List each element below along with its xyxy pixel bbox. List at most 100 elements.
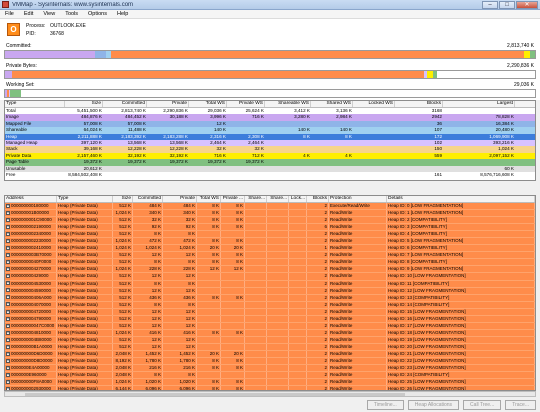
- maximize-button[interactable]: □: [499, 0, 515, 9]
- table-row[interactable]: +0000000004720000 Heap (Private Data) 512 …: [5, 308, 535, 316]
- menu-tools[interactable]: Tools: [60, 11, 83, 17]
- col-blocks[interactable]: Blocks: [395, 101, 443, 107]
- table-row[interactable]: +0000000E4A00000 Heap (Private Data) 2,048…: [5, 365, 535, 373]
- col-shared-ws[interactable]: Shared WS: [311, 101, 353, 107]
- expand-icon[interactable]: +: [6, 217, 10, 222]
- table-row[interactable]: +0000000004270000 Heap (Private Data) 1,02…: [5, 266, 535, 274]
- expand-icon[interactable]: +: [6, 351, 10, 356]
- expand-icon[interactable]: +: [6, 330, 10, 335]
- heap-allocations-button[interactable]: Heap Allocations: [407, 400, 460, 410]
- table-row[interactable]: +0000000002230000 Heap (Private Data) 1,02…: [5, 238, 535, 246]
- expand-icon[interactable]: +: [6, 337, 10, 342]
- col-size[interactable]: Size: [65, 101, 103, 107]
- col-detail-shared-ws[interactable]: Share...: [267, 196, 289, 202]
- expand-icon[interactable]: +: [6, 372, 10, 377]
- expand-icon[interactable]: +: [6, 267, 10, 272]
- col-detail-shareable-ws[interactable]: Share...: [245, 196, 267, 202]
- table-row[interactable]: +0000000002190000 Heap (Private Data) 512 …: [5, 224, 535, 232]
- private-ws-cell: 8 K: [221, 365, 245, 372]
- table-row[interactable]: +000000000180000 Heap (Private Data) 512 K…: [5, 203, 535, 211]
- timeline-button[interactable]: Timeline...: [366, 400, 404, 410]
- expand-icon[interactable]: +: [6, 309, 10, 314]
- menu-file[interactable]: File: [0, 11, 19, 17]
- scrollbar-thumb[interactable]: [25, 393, 405, 396]
- table-row[interactable]: +0000000004B80000 Heap (Private Data) 512 …: [5, 336, 535, 344]
- col-private-ws[interactable]: Private WS: [227, 101, 265, 107]
- col-detail-total-ws[interactable]: Total WS: [197, 196, 221, 202]
- table-row[interactable]: +0000000004530000 Heap (Private Data) 512 …: [5, 280, 535, 288]
- table-row[interactable]: +000000000F8A0000 Heap (Private Data) 1,02…: [5, 379, 535, 387]
- col-committed[interactable]: Committed: [103, 101, 147, 107]
- table-row[interactable]: +0000000004070000 Heap (Private Data) 512 …: [5, 301, 535, 309]
- horizontal-scrollbar[interactable]: [4, 391, 536, 397]
- table-row[interactable]: +000000000406A000 Heap (Private Data) 512 …: [5, 294, 535, 302]
- table-row[interactable]: +000000000429000 Heap (Private Data) 512 K…: [5, 273, 535, 281]
- col-detail-committed[interactable]: Committed: [133, 196, 163, 202]
- trace-button[interactable]: Trace...: [505, 400, 536, 410]
- expand-icon[interactable]: +: [6, 295, 10, 300]
- expand-icon[interactable]: +: [6, 358, 10, 363]
- expand-icon[interactable]: +: [6, 203, 10, 208]
- col-private[interactable]: Private: [147, 101, 189, 107]
- expand-icon[interactable]: +: [6, 302, 10, 307]
- expand-icon[interactable]: +: [6, 281, 10, 286]
- close-button[interactable]: ✕: [516, 0, 538, 9]
- table-row[interactable]: +000000000D8D0000 Heap (Private Data) 8,19…: [5, 358, 535, 366]
- summary-row[interactable]: Free 8,584,502,408 K 161 8,576,716,608 K: [5, 171, 535, 179]
- col-detail-private-ws[interactable]: Private ...: [221, 196, 245, 202]
- expand-icon[interactable]: +: [6, 379, 10, 384]
- table-row[interactable]: +0000000003B70000 Heap (Private Data) 512 …: [5, 252, 535, 260]
- col-detail-type[interactable]: Type: [57, 196, 113, 202]
- expand-icon[interactable]: +: [6, 232, 10, 236]
- expand-icon[interactable]: +: [6, 210, 10, 215]
- table-row[interactable]: +000000000B1A0000 Heap (Private Data) 512 …: [5, 343, 535, 351]
- table-row[interactable]: +0000000E960000 Heap (Private Data) 2,048 …: [5, 372, 535, 380]
- expand-icon[interactable]: +: [6, 344, 10, 349]
- table-row[interactable]: +0000000004810000 Heap (Private Data) 1,02…: [5, 329, 535, 337]
- expand-icon[interactable]: +: [6, 246, 10, 251]
- table-row[interactable]: +000000000047C0000 Heap (Private Data) 512…: [5, 322, 535, 330]
- col-total-ws[interactable]: Total WS: [189, 101, 227, 107]
- minimize-button[interactable]: –: [482, 0, 498, 9]
- type-cell: Heap (Private Data): [57, 203, 113, 210]
- expand-icon[interactable]: +: [6, 323, 10, 328]
- menu-help[interactable]: Help: [112, 11, 133, 17]
- expand-icon[interactable]: +: [6, 274, 10, 279]
- col-detail-size[interactable]: Size: [113, 196, 133, 202]
- col-shareable-ws[interactable]: Shareable WS: [265, 101, 311, 107]
- menu-view[interactable]: View: [38, 11, 60, 17]
- protection-cell: Read/Write: [329, 210, 387, 217]
- table-row[interactable]: +0000000004790000 Heap (Private Data) 512 …: [5, 315, 535, 323]
- table-row[interactable]: +000000001B00000 Heap (Private Data) 1,024…: [5, 210, 535, 218]
- private-cell: 8 K: [163, 231, 197, 238]
- table-row[interactable]: +000000000D6D0000 Heap (Private Data) 2,04…: [5, 350, 535, 359]
- pane-splitter[interactable]: [0, 183, 540, 195]
- expand-icon[interactable]: +: [6, 239, 10, 244]
- menu-options[interactable]: Options: [83, 11, 112, 17]
- col-detail-protection[interactable]: Protection: [329, 196, 387, 202]
- expand-icon[interactable]: +: [6, 365, 10, 370]
- col-detail-private[interactable]: Private: [163, 196, 197, 202]
- expand-icon[interactable]: +: [6, 260, 10, 265]
- expand-icon[interactable]: +: [6, 253, 10, 258]
- col-detail-details[interactable]: Details: [387, 196, 535, 202]
- menu-edit[interactable]: Edit: [19, 11, 38, 17]
- col-detail-locked[interactable]: Lock...: [289, 196, 307, 202]
- table-row[interactable]: +0000000004590000 Heap (Private Data) 512 …: [5, 287, 535, 295]
- expand-icon[interactable]: +: [6, 316, 10, 321]
- table-row[interactable]: +0000000002340000 Heap (Private Data) 512 …: [5, 231, 535, 239]
- call-tree-button[interactable]: Call Tree...: [463, 400, 502, 410]
- table-row[interactable]: +00000000040F0000 Heap (Private Data) 512 …: [5, 259, 535, 267]
- table-row[interactable]: +0000000002410000 Heap (Private Data) 1,02…: [5, 245, 535, 253]
- expand-icon[interactable]: +: [6, 288, 10, 293]
- col-locked-ws[interactable]: Locked WS: [353, 101, 395, 107]
- type-cell: Heap (Private Data): [57, 301, 113, 308]
- empty-cell: [289, 217, 307, 224]
- details-cell: Heap ID: 2 [COMPATIBILITY]: [387, 217, 535, 224]
- col-detail-blocks[interactable]: Blocks: [307, 196, 329, 202]
- table-row[interactable]: +0000000001C90000 Heap (Private Data) 512 …: [5, 217, 535, 225]
- expand-icon[interactable]: +: [6, 224, 10, 229]
- col-address[interactable]: Address: [5, 196, 57, 202]
- col-type[interactable]: Type: [5, 101, 65, 107]
- col-largest[interactable]: Largest: [443, 101, 515, 107]
